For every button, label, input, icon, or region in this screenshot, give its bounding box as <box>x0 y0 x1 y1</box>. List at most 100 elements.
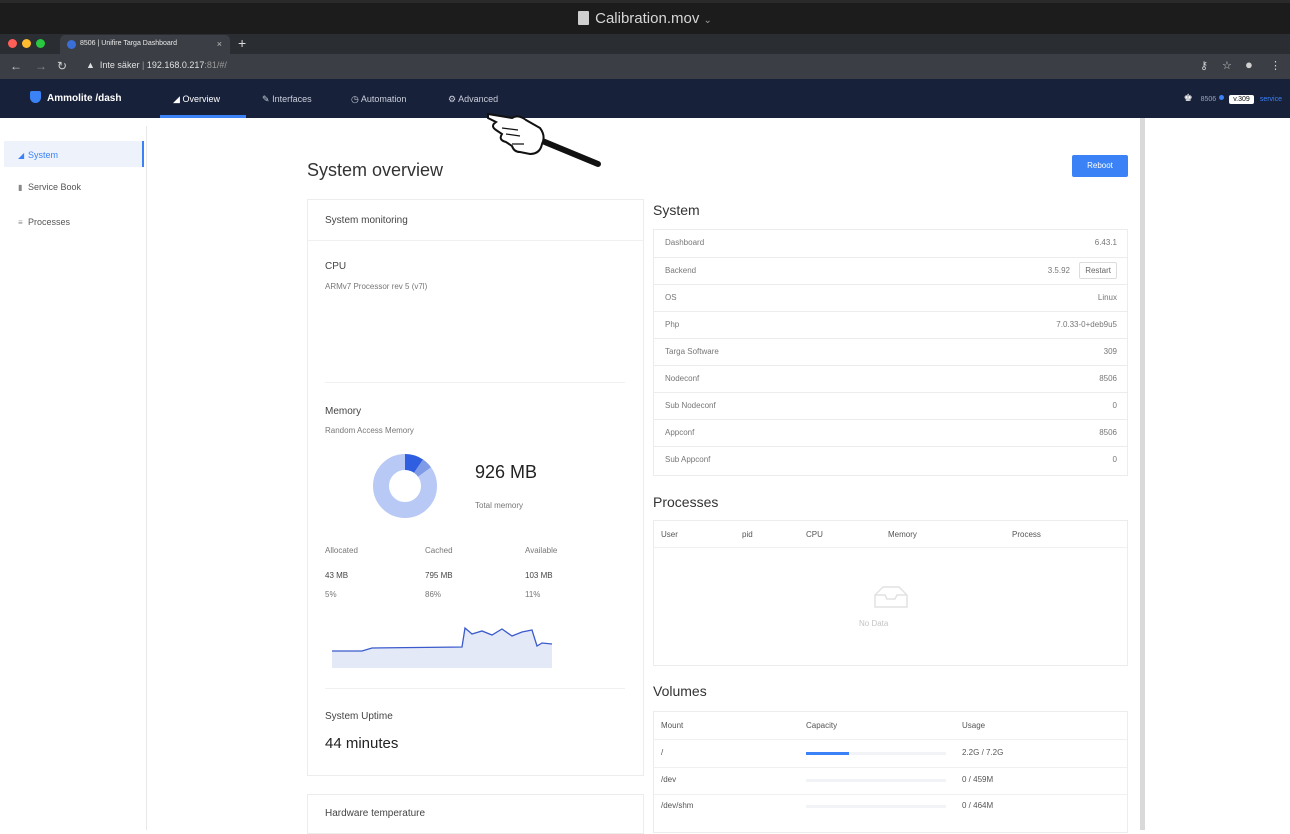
table-row: Sub Appconf 0 <box>654 446 1128 473</box>
volume-usage: 0 / 459M <box>962 775 994 784</box>
insecure-label: Inte säker <box>99 60 140 70</box>
total-memory-label: Total memory <box>475 501 524 510</box>
url-path: :81/#/ <box>204 60 227 70</box>
close-window-icon[interactable] <box>8 39 17 48</box>
user-icon[interactable]: ♚ <box>1184 93 1193 104</box>
brand-name: Ammolite /dash <box>47 93 122 104</box>
nav-overview-label: Overview <box>182 94 220 104</box>
browser-tab-bar: 8506 | Unifire Targa Dashboard × + <box>0 34 1290 54</box>
table-row: Dashboard 6.43.1 <box>654 230 1128 257</box>
column-header-usage: Usage <box>962 721 986 730</box>
card-title: System monitoring <box>325 215 408 226</box>
sidebar-item-system[interactable]: ◢ System <box>18 150 58 160</box>
column-header-cpu: CPU <box>806 530 823 539</box>
capacity-bar <box>806 752 946 755</box>
available-percent: 11% <box>525 590 541 599</box>
gear-icon: ⚙ <box>448 94 457 104</box>
row-key: Sub Nodeconf <box>665 401 716 410</box>
sidebar-item-service-book[interactable]: ▮ Service Book <box>18 182 81 192</box>
sidebar-item-processes[interactable]: ≡ Processes <box>18 217 70 227</box>
node-id: 8506 <box>1200 96 1217 103</box>
browser-tab[interactable]: 8506 | Unifire Targa Dashboard × <box>60 35 230 54</box>
back-icon[interactable]: ← <box>10 59 22 73</box>
row-value: 8506 <box>1099 374 1117 383</box>
nav-advanced-label: Advanced <box>458 94 499 104</box>
minimize-window-icon[interactable] <box>22 39 31 48</box>
column-header-mount: Mount <box>661 721 684 730</box>
volume-usage: 2.2G / 7.2G <box>962 748 1004 757</box>
graph-area <box>332 628 552 668</box>
row-value: 6.43.1 <box>1094 238 1117 247</box>
nav-automation[interactable]: ◷ Automation <box>351 94 406 105</box>
volume-mount: /dev/shm <box>661 801 694 810</box>
processes-table: User pid CPU Memory Process No Data <box>653 520 1128 666</box>
memory-history-graph <box>332 626 553 668</box>
column-header-memory: Memory <box>888 530 917 539</box>
row-value: 309 <box>1103 347 1117 356</box>
player-title-bar: Calibration.mov ⌄ <box>0 0 1290 34</box>
volumes-section-title: Volumes <box>653 683 707 699</box>
table-row: Php 7.0.33-0+deb9u5 <box>654 311 1128 338</box>
document-icon <box>578 11 590 25</box>
table-row: Appconf 8506 <box>654 419 1128 446</box>
cached-value: 795 MB <box>425 571 453 580</box>
volumes-table: Mount Capacity Usage / 2.2G / 7.2G /dev … <box>653 711 1128 833</box>
table-row: OS Linux <box>654 284 1128 311</box>
reboot-button[interactable]: Reboot <box>1072 155 1128 177</box>
player-title[interactable]: Calibration.mov ⌄ <box>0 10 1290 27</box>
player-title-text: Calibration.mov <box>595 10 700 27</box>
memory-donut-chart <box>373 454 437 518</box>
row-key: Nodeconf <box>665 374 700 383</box>
allocated-label: Allocated <box>325 546 358 555</box>
table-row: Sub Nodeconf 0 <box>654 392 1128 419</box>
profile-icon[interactable]: ● <box>1245 57 1253 72</box>
table-row: Backend 3.5.92 Restart <box>654 257 1128 284</box>
nav-overview[interactable]: ◢ Overview <box>173 94 220 105</box>
restart-button[interactable]: Restart <box>1079 262 1117 279</box>
hardware-temperature-card: Hardware temperature <box>307 794 644 834</box>
row-key: Backend <box>665 266 697 275</box>
row-value: 0 <box>1112 401 1117 410</box>
row-key: Dashboard <box>665 238 705 247</box>
system-section-title: System <box>653 202 700 218</box>
table-row: Targa Software 309 <box>654 338 1128 365</box>
reload-icon[interactable]: ↻ <box>57 59 67 73</box>
tab-close-icon[interactable]: × <box>217 39 222 49</box>
empty-state-text: No Data <box>859 619 889 628</box>
processes-section-title: Processes <box>653 494 719 510</box>
chart-icon: ◢ <box>18 151 25 160</box>
cpu-title: CPU <box>325 261 347 272</box>
row-value: 8506 <box>1099 428 1117 437</box>
capacity-bar <box>806 779 946 782</box>
row-key: Targa Software <box>665 347 719 356</box>
column-header-user: User <box>661 530 678 539</box>
key-icon[interactable]: ⚷ <box>1200 59 1208 72</box>
service-link[interactable]: service <box>1260 96 1282 103</box>
hardware-temperature-title: Hardware temperature <box>325 808 426 819</box>
kebab-menu-icon[interactable]: ⋮ <box>1270 59 1281 72</box>
brand[interactable]: Ammolite /dash <box>30 91 121 104</box>
table-row: Nodeconf 8506 <box>654 365 1128 392</box>
row-value: 0 <box>1112 455 1117 464</box>
new-tab-button[interactable]: + <box>238 35 246 51</box>
capacity-bar-fill <box>806 752 850 755</box>
status-dot-icon <box>1219 95 1225 100</box>
url-field[interactable]: ▲ Inte säker | 192.168.0.217:81/#/ <box>86 60 227 70</box>
system-monitoring-card: System monitoring CPU ARMv7 Processor re… <box>307 199 644 776</box>
version-badge: v.309 <box>1229 95 1254 104</box>
allocated-value: 43 MB <box>325 571 349 580</box>
chart-icon: ◢ <box>173 94 180 104</box>
uptime-title: System Uptime <box>325 711 393 722</box>
app-navbar: Ammolite /dash ◢ Overview ✎ Interfaces ◷… <box>0 79 1290 118</box>
nav-interfaces[interactable]: ✎ Interfaces <box>262 94 312 105</box>
total-memory-value: 926 MB <box>475 462 538 482</box>
nav-interfaces-label: Interfaces <box>272 94 312 104</box>
memory-description: Random Access Memory <box>325 426 414 435</box>
forward-icon[interactable]: → <box>35 59 47 73</box>
page-scrollbar[interactable] <box>1140 118 1145 830</box>
zoom-window-icon[interactable] <box>36 39 45 48</box>
row-key: Sub Appconf <box>665 455 711 464</box>
row-value: 3.5.92 <box>1047 266 1070 275</box>
pointing-hand-annotation <box>487 112 601 167</box>
star-icon[interactable]: ☆ <box>1222 59 1232 72</box>
